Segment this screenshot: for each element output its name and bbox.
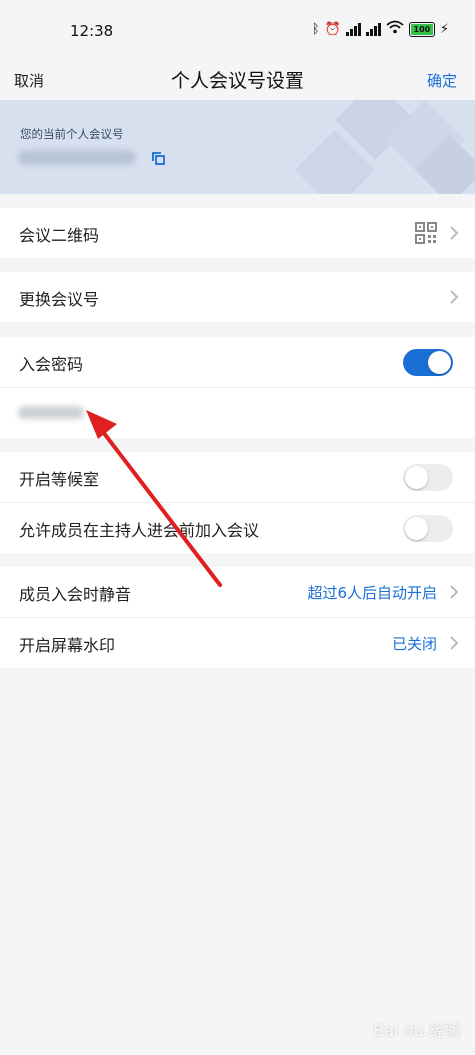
watermark-label: 开启屏幕水印 bbox=[19, 636, 116, 655]
chevron-right-icon bbox=[450, 585, 459, 599]
waiting-room-group: 开启等候室 允许成员在主持人进会前加入会议 bbox=[0, 452, 475, 553]
nav-bar: 取消 个人会议号设置 确定 bbox=[0, 62, 475, 100]
confirm-button[interactable]: 确定 bbox=[427, 70, 457, 91]
meeting-password-toggle[interactable] bbox=[403, 349, 453, 376]
change-number-row[interactable]: 更换会议号 bbox=[0, 272, 475, 322]
chevron-right-icon bbox=[450, 290, 459, 304]
mute-watermark-group: 成员入会时静音 超过6人后自动开启 开启屏幕水印 已关闭 bbox=[0, 567, 475, 668]
alarm-icon: ⏰ bbox=[324, 21, 341, 37]
watermark-value: 已关闭 bbox=[391, 635, 437, 653]
mute-on-entry-value: 超过6人后自动开启 bbox=[307, 584, 437, 602]
change-number-group: 更换会议号 bbox=[0, 272, 475, 322]
password-value bbox=[18, 406, 84, 419]
wifi-icon bbox=[386, 20, 404, 38]
password-value-row[interactable] bbox=[0, 388, 475, 438]
battery-icon: 100 bbox=[408, 21, 435, 37]
qr-code-icon bbox=[415, 222, 437, 244]
meeting-number-label: 您的当前个人会议号 bbox=[20, 127, 124, 141]
join-before-host-toggle[interactable] bbox=[403, 515, 453, 542]
mute-on-entry-row[interactable]: 成员入会时静音 超过6人后自动开启 bbox=[0, 567, 475, 618]
status-icons: ᛒ ⏰ 100 ⚡ bbox=[312, 20, 449, 38]
banner-decoration bbox=[295, 100, 475, 194]
change-number-label: 更换会议号 bbox=[19, 290, 100, 309]
qr-code-label: 会议二维码 bbox=[19, 226, 100, 245]
waiting-room-toggle[interactable] bbox=[403, 464, 453, 491]
qr-group: 会议二维码 bbox=[0, 208, 475, 258]
qr-code-row[interactable]: 会议二维码 bbox=[0, 208, 475, 258]
chevron-right-icon bbox=[450, 226, 459, 240]
join-before-host-label: 允许成员在主持人进会前加入会议 bbox=[19, 521, 260, 540]
join-before-host-row: 允许成员在主持人进会前加入会议 bbox=[0, 503, 475, 553]
baidu-watermark-logo: Bai du 经验 bbox=[373, 1021, 461, 1040]
meeting-password-label: 入会密码 bbox=[19, 355, 84, 374]
signal-icon bbox=[345, 22, 361, 36]
status-bar: 12:38 ᛒ ⏰ 100 ⚡ bbox=[0, 0, 475, 62]
meeting-password-row: 入会密码 bbox=[0, 337, 475, 388]
waiting-room-row: 开启等候室 bbox=[0, 452, 475, 503]
watermark-row[interactable]: 开启屏幕水印 已关闭 bbox=[0, 618, 475, 668]
chevron-right-icon bbox=[450, 636, 459, 650]
copy-icon[interactable] bbox=[152, 152, 165, 165]
charging-icon: ⚡ bbox=[439, 21, 449, 37]
waiting-room-label: 开启等候室 bbox=[19, 470, 100, 489]
signal-icon-2 bbox=[365, 22, 381, 36]
page-title: 个人会议号设置 bbox=[170, 70, 304, 92]
status-time: 12:38 bbox=[70, 22, 114, 40]
bluetooth-icon: ᛒ bbox=[311, 21, 320, 37]
meeting-number-banner: 您的当前个人会议号 bbox=[0, 100, 475, 194]
password-group: 入会密码 bbox=[0, 337, 475, 438]
battery-level: 100 bbox=[413, 24, 431, 34]
meeting-number-value bbox=[18, 150, 136, 165]
mute-on-entry-label: 成员入会时静音 bbox=[19, 585, 132, 604]
